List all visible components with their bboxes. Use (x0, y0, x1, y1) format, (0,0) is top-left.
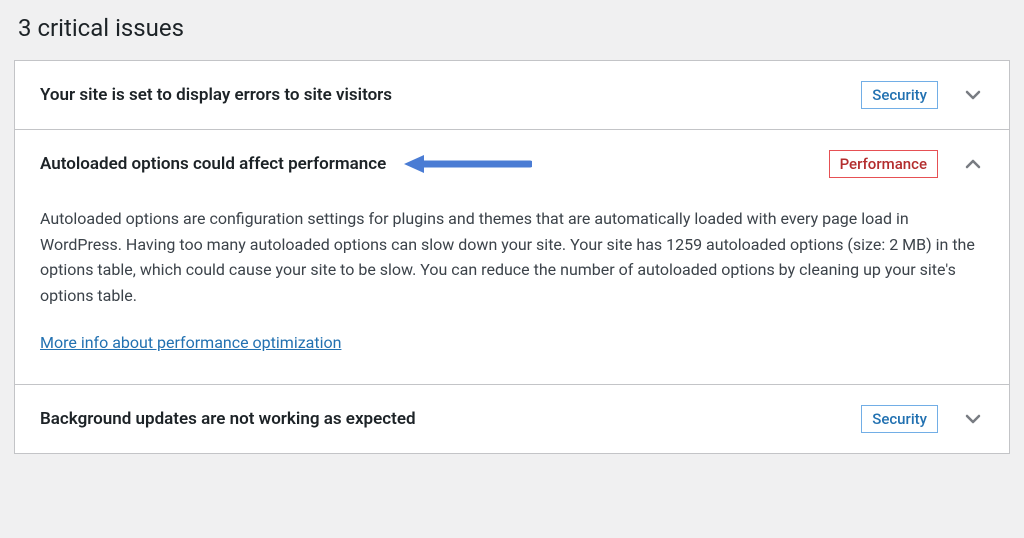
accordion-item: Your site is set to display errors to si… (15, 61, 1009, 130)
accordion-item: Autoloaded options could affect performa… (15, 130, 1009, 385)
accordion-description: Autoloaded options are configuration set… (40, 206, 984, 308)
accordion-item: Background updates are not working as ex… (15, 385, 1009, 453)
critical-issues-accordion: Your site is set to display errors to si… (14, 60, 1010, 454)
accordion-body: Autoloaded options are configuration set… (15, 198, 1009, 384)
performance-info-link[interactable]: More info about performance optimization (40, 333, 341, 352)
accordion-header-display-errors[interactable]: Your site is set to display errors to si… (15, 61, 1009, 129)
accordion-title: Background updates are not working as ex… (40, 409, 861, 429)
chevron-down-icon (962, 408, 984, 430)
accordion-header-right: Security (861, 81, 984, 109)
accordion-header-autoloaded-options[interactable]: Autoloaded options could affect performa… (15, 130, 1009, 198)
accordion-title: Autoloaded options could affect performa… (40, 152, 829, 176)
accordion-title-text: Autoloaded options could affect performa… (40, 154, 386, 174)
accordion-header-right: Performance (829, 150, 984, 178)
accordion-header-background-updates[interactable]: Background updates are not working as ex… (15, 385, 1009, 453)
section-heading: 3 critical issues (18, 14, 1010, 42)
security-badge: Security (861, 81, 938, 109)
arrow-annotation-icon (402, 152, 532, 176)
performance-badge: Performance (829, 150, 938, 178)
chevron-down-icon (962, 84, 984, 106)
security-badge: Security (861, 405, 938, 433)
accordion-title: Your site is set to display errors to si… (40, 85, 861, 105)
accordion-header-right: Security (861, 405, 984, 433)
chevron-up-icon (962, 153, 984, 175)
